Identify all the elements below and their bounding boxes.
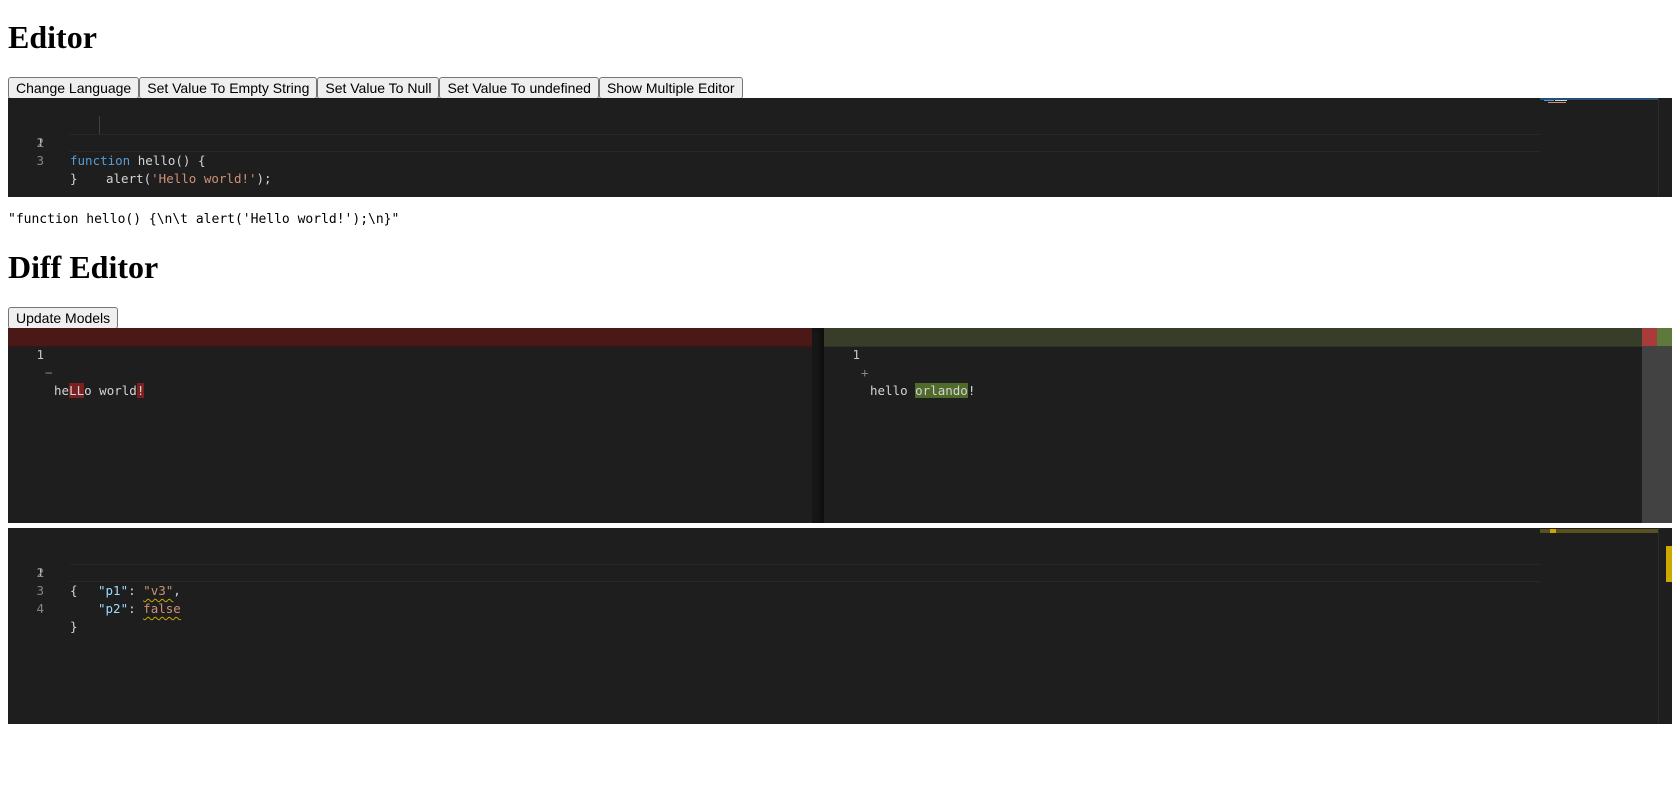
diff-text: o world (84, 383, 137, 398)
json-line-1[interactable]: 1 { (8, 528, 1672, 598)
diff-editor-heading: Diff Editor (8, 249, 159, 285)
set-null-button[interactable]: Set Value To Null (317, 77, 440, 99)
line-number: 4 (36, 601, 44, 616)
show-multiple-editor-button[interactable]: Show Multiple Editor (598, 77, 743, 99)
removed-overview-mark (1642, 328, 1657, 346)
editor-line-3[interactable]: 3 } (8, 134, 1672, 186)
diff-original-pane[interactable]: 1 − heLLo world! (8, 328, 812, 523)
deleted-text: ! (136, 383, 145, 398)
code-text: : (128, 601, 144, 616)
json-boolean-value: false (143, 601, 181, 616)
json-line-3[interactable]: 3 "p2": false (8, 564, 1672, 616)
diff-text: ! (967, 383, 976, 398)
json-key: "p2" (98, 601, 129, 616)
minimap[interactable] (1540, 528, 1658, 534)
editor-line-1[interactable]: 1 function hello() { (8, 98, 1672, 168)
diff-overview-ruler[interactable] (1642, 328, 1672, 523)
editor-value-output: "function hello() {\n\t alert('Hello wor… (8, 212, 400, 227)
line-number: 1 (36, 347, 44, 362)
original-line-1[interactable]: 1 − heLLo world! (8, 328, 812, 398)
set-empty-string-button[interactable]: Set Value To Empty String (139, 77, 318, 99)
code-editor[interactable]: 1 function hello() { 2 alert('Hello worl… (8, 98, 1672, 197)
string-literal: 'Hello world!' (151, 171, 257, 186)
update-models-button[interactable]: Update Models (8, 307, 119, 329)
diff-toolbar: Update Models (8, 307, 119, 329)
editor-heading: Editor (8, 19, 97, 55)
indent-guide (99, 116, 100, 134)
diff-modified-pane[interactable]: 1 + hello orlando! (824, 328, 1642, 523)
deleted-text: LL (69, 383, 85, 398)
editor-toolbar: Change Language Set Value To Empty Strin… (8, 77, 743, 99)
vertical-scrollbar[interactable] (1658, 98, 1672, 197)
diff-sash[interactable] (812, 328, 824, 523)
code-text: } (70, 619, 78, 634)
json-line-4[interactable]: 4 } (8, 582, 1672, 634)
json-line-2[interactable]: 2 "p1": "v3", (8, 546, 1672, 598)
modified-line-1[interactable]: 1 + hello orlando! (824, 328, 1642, 398)
warning-overview-mark (1666, 546, 1672, 582)
inserted-text: orlando (915, 383, 968, 398)
diff-text: hello (870, 383, 916, 398)
function-keyword: function (70, 153, 131, 168)
code-text: } (70, 171, 78, 186)
diff-editor[interactable]: 1 − heLLo world! 1 + hello orlando! (8, 328, 1672, 523)
set-undefined-button[interactable]: Set Value To undefined (439, 77, 599, 99)
added-marker: + (861, 365, 869, 380)
inserted-overview-mark (1657, 328, 1672, 346)
code-text: alert( (106, 171, 152, 186)
code-text: ); (256, 171, 272, 186)
json-editor[interactable]: 1 { 2 "p1": "v3", 3 "p2": false 4 } (8, 528, 1672, 724)
line-number: 3 (36, 153, 44, 168)
editor-line-2[interactable]: 2 alert('Hello world!'); (8, 116, 1672, 186)
code-text: hello() { (130, 153, 206, 168)
vertical-scrollbar[interactable] (1658, 528, 1672, 724)
minimap[interactable] (1540, 98, 1658, 104)
removed-marker: − (45, 365, 53, 380)
line-number: 1 (852, 347, 860, 362)
change-language-button[interactable]: Change Language (8, 77, 140, 99)
diff-text: he (54, 383, 70, 398)
